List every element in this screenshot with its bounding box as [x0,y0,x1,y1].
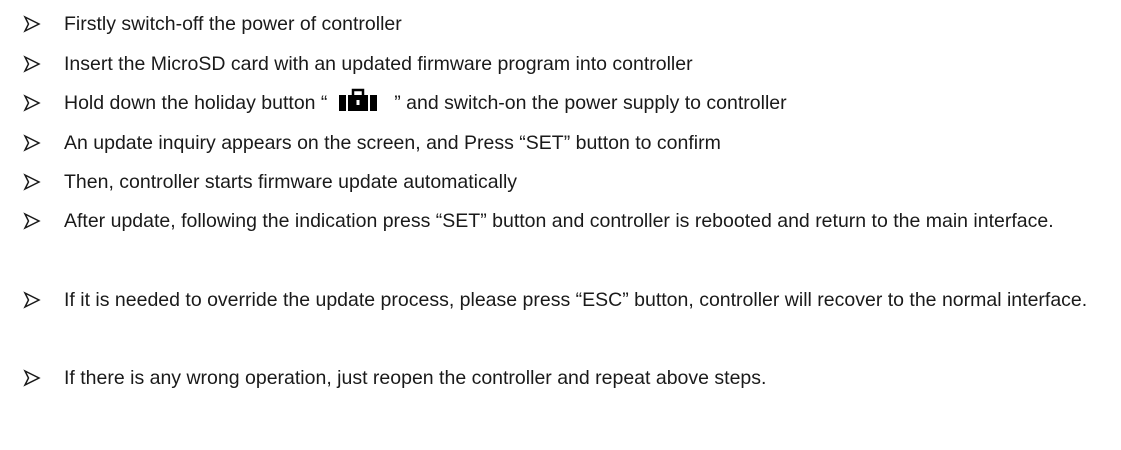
arrow-bullet-icon [23,134,41,152]
step-text: Insert the MicroSD card with an updated … [64,53,693,75]
firmware-update-instructions: Firstly switch-off the power of controll… [0,0,1121,450]
arrow-bullet-icon [23,369,41,387]
arrow-bullet-icon [23,212,41,230]
step-text: An update inquiry appears on the screen,… [64,132,721,154]
step-text-before-icon: Hold down the holiday button “ [64,92,328,114]
arrow-bullet-icon [23,55,41,73]
step-text-after-icon: ” and switch-on the power supply to cont… [394,92,787,114]
step-text: If it is needed to override the update p… [64,289,1088,311]
step-text: After update, following the indication p… [64,210,1054,232]
arrow-bullet-icon [23,173,41,191]
arrow-bullet-icon [23,15,41,33]
step-text: If there is any wrong operation, just re… [64,367,767,389]
suitcase-icon [338,88,377,111]
step-text: Firstly switch-off the power of controll… [64,13,402,35]
step-text: Hold down the holiday button “ ” and swi… [64,86,1097,121]
arrow-bullet-icon [23,291,41,309]
step-text: Then, controller starts firmware update … [64,171,518,193]
arrow-bullet-icon [23,94,41,112]
